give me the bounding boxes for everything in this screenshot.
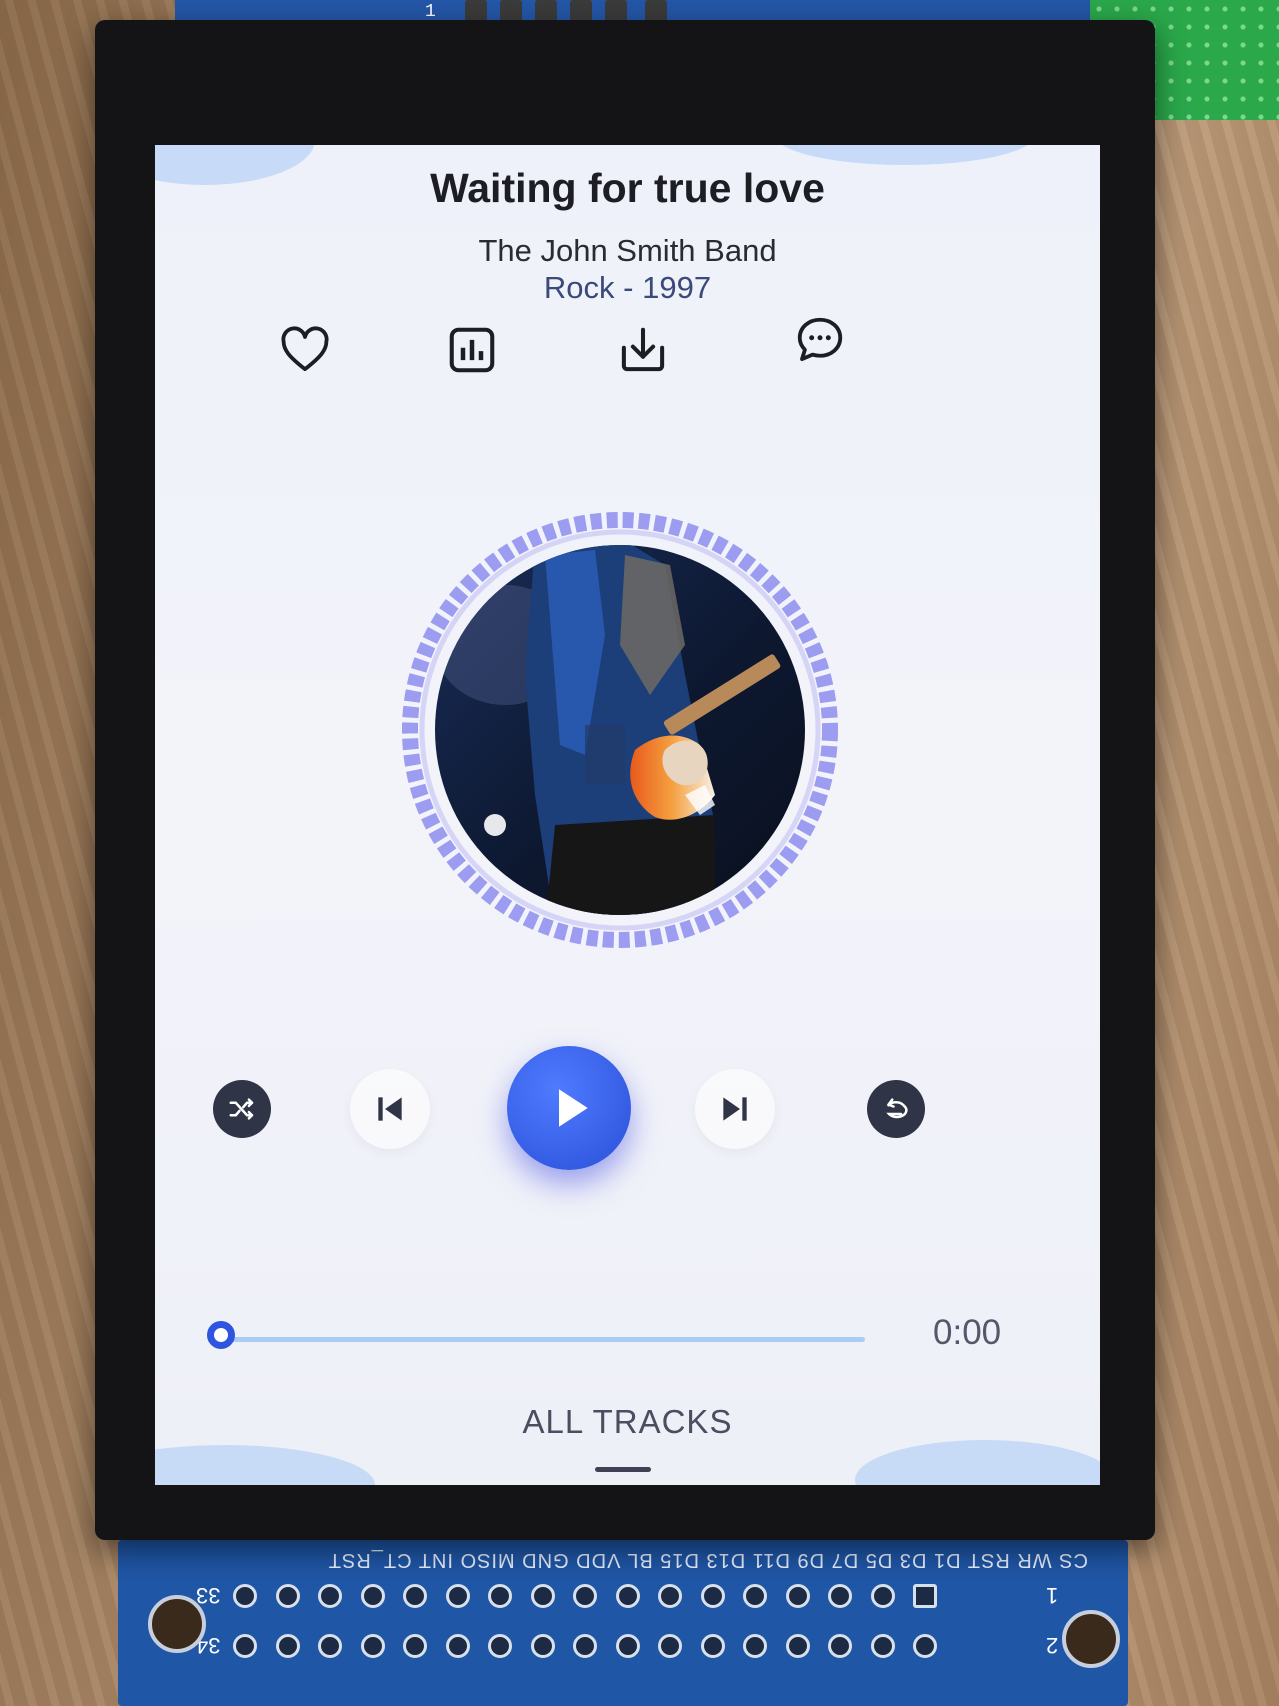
repeat-icon [886, 1098, 908, 1119]
like-button[interactable] [275, 320, 335, 380]
play-icon [559, 1089, 588, 1127]
music-player-screen: Waiting for true love The John Smith Ban… [155, 145, 1100, 1485]
comments-button[interactable] [790, 310, 850, 370]
pin-labels: CS WR RST D1 D3 D5 D7 D9 D11 D13 D15 BL … [327, 1549, 1088, 1571]
progress-track[interactable] [225, 1337, 865, 1342]
track-genre-year: Rock - 1997 [543, 270, 712, 305]
background-wave [775, 145, 1035, 165]
mounting-hole [148, 1595, 206, 1653]
download-button[interactable] [613, 320, 673, 380]
pcb-connector-board: CS WR RST D1 D3 D5 D7 D9 D11 D13 D15 BL … [118, 1540, 1128, 1706]
pin-row-odd [233, 1584, 937, 1608]
previous-button[interactable] [350, 1069, 430, 1149]
chat-bubble-icon [797, 317, 843, 362]
equalizer-button[interactable] [442, 320, 502, 380]
background-wave [155, 1445, 375, 1485]
pcb-top-pin-label: 1 [425, 2, 436, 22]
download-icon [621, 327, 665, 372]
track-artist: The John Smith Band [478, 233, 777, 268]
next-button[interactable] [695, 1069, 775, 1149]
pin-number-2: 2 [1046, 1633, 1059, 1658]
background-wave [855, 1440, 1100, 1485]
elapsed-time: 0:00 [933, 1313, 1002, 1352]
skip-previous-icon [378, 1097, 402, 1121]
shuffle-button[interactable] [213, 1080, 271, 1138]
album-art [435, 545, 805, 915]
pin-number-33: 33 [196, 1583, 221, 1608]
skip-next-icon [723, 1097, 747, 1121]
mounting-hole [1062, 1610, 1120, 1668]
all-tracks-button[interactable]: ALL TRACKS [155, 1403, 1100, 1441]
drawer-handle[interactable] [595, 1467, 651, 1472]
pin-number-1: 1 [1046, 1583, 1059, 1608]
bar-chart-icon [449, 327, 495, 373]
progress-knob[interactable] [207, 1321, 235, 1349]
pin-row-even [233, 1634, 937, 1658]
heart-icon [281, 326, 329, 372]
repeat-button[interactable] [867, 1080, 925, 1138]
play-button[interactable] [507, 1046, 631, 1170]
album-art-disc [402, 512, 838, 948]
shuffle-icon [229, 1098, 254, 1120]
track-title: Waiting for true love [430, 165, 825, 211]
